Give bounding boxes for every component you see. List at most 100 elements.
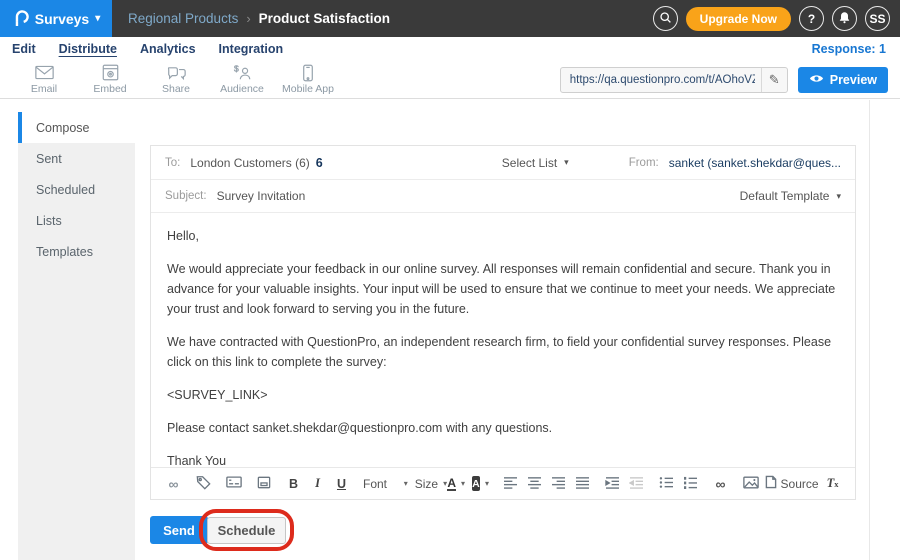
embed-icon [102,64,119,81]
size-select-label: Size [415,477,438,491]
text-color-button[interactable]: A ▾ [448,473,465,495]
schedule-button[interactable]: Schedule [207,517,286,544]
breadcrumb-separator-icon: › [246,11,250,26]
surveys-product-menu[interactable]: Surveys ▾ [0,0,112,37]
sidebar-item-lists[interactable]: Lists [18,205,135,236]
product-label: Surveys [35,11,89,27]
bullet-list-button[interactable] [658,473,675,495]
align-left-button[interactable] [502,473,519,495]
link-button[interactable]: ∞ [165,473,182,495]
survey-url-field: ✎ [560,67,788,93]
subject-label: Subject: [165,190,207,202]
subject-value[interactable]: Survey Invitation [217,189,306,203]
channel-mobile-app[interactable]: Mobile App [275,61,341,99]
numbered-list-button[interactable] [682,473,699,495]
tab-edit[interactable]: Edit [12,42,36,56]
sidebar-item-compose[interactable]: Compose [18,112,135,143]
tab-analytics[interactable]: Analytics [140,42,196,56]
share-icon [167,64,186,81]
channel-embed[interactable]: Embed [77,61,143,99]
align-right-button[interactable] [550,473,567,495]
questionpro-app: Surveys ▾ Regional Products › Product Sa… [0,0,900,560]
breadcrumb-survey-name: Product Satisfaction [259,11,390,26]
bullet-list-icon [659,476,674,492]
breadcrumb-folder[interactable]: Regional Products [128,11,238,26]
tab-integration[interactable]: Integration [219,42,284,56]
text-color-icon: A [447,477,456,491]
align-center-button[interactable] [526,473,543,495]
questionpro-logo-icon [12,8,29,30]
email-body-editor[interactable]: Hello, We would appreciate your feedback… [151,213,855,469]
from-sender[interactable]: sanket (sanket.shekdar@ques... [669,156,841,170]
search-button[interactable] [653,6,678,31]
notifications-button[interactable] [832,6,857,31]
channel-audience[interactable]: $ Audience [209,61,275,99]
bold-button[interactable]: B [285,473,302,495]
eye-icon [809,73,824,87]
response-count[interactable]: Response: 1 [812,42,886,56]
background-color-icon: A [472,476,480,491]
widget-button[interactable] [255,473,272,495]
select-list-label: Select List [502,156,557,170]
select-list-dropdown[interactable]: Select List ▾ [502,156,569,170]
channel-label: Audience [220,83,264,95]
size-select[interactable]: Size ▾ [415,473,441,495]
channel-email[interactable]: Email [11,61,77,99]
font-select[interactable]: Font ▾ [363,473,408,495]
outdent-button[interactable] [628,473,645,495]
template-label: Default Template [740,189,830,203]
survey-nav-tabs: Edit Distribute Analytics Integration Re… [0,37,900,61]
edit-url-button[interactable]: ✎ [761,68,787,92]
indent-icon [605,476,620,492]
preview-button[interactable]: Preview [798,67,888,93]
distribute-channel-toolbar: Email Embed Share $ Audience Mobile App [0,61,900,99]
channel-share[interactable]: Share [143,61,209,99]
avatar-initials: SS [869,12,885,26]
top-header: Surveys ▾ Regional Products › Product Sa… [0,0,900,37]
survey-url-input[interactable] [561,74,761,86]
pencil-icon: ✎ [769,72,780,88]
source-button[interactable]: Source [772,473,811,495]
tag-button[interactable] [195,473,212,495]
remove-format-icon: T [827,476,835,491]
align-center-icon [527,476,542,492]
schedule-highlight-annotation: Schedule [199,509,294,551]
align-right-icon [551,476,566,492]
italic-button[interactable]: I [309,473,326,495]
source-document-icon [765,475,777,492]
justify-icon [575,476,590,492]
svg-text:$: $ [234,64,239,74]
justify-button[interactable] [574,473,591,495]
template-dropdown[interactable]: Default Template ▾ [740,189,841,203]
indent-button[interactable] [604,473,621,495]
user-avatar[interactable]: SS [865,6,890,31]
sidebar-item-scheduled[interactable]: Scheduled [18,174,135,205]
help-button[interactable]: ? [799,6,824,31]
body-paragraph: We would appreciate your feedback in our… [167,259,839,319]
remove-format-button[interactable]: Tx [824,473,841,495]
image-button[interactable] [742,473,759,495]
upgrade-now-button[interactable]: Upgrade Now [686,7,791,31]
hyperlink-button[interactable]: ∞ [712,473,729,495]
to-recipient-list[interactable]: London Customers (6) [190,156,309,170]
email-sidebar: Compose Sent Scheduled Lists Templates [18,112,135,560]
source-label: Source [781,477,819,491]
card-button[interactable] [225,473,242,495]
sidebar-item-templates[interactable]: Templates [18,236,135,267]
sidebar-item-sent[interactable]: Sent [18,143,135,174]
background-color-button[interactable]: A ▾ [472,473,489,495]
body-paragraph: We have contracted with QuestionPro, an … [167,332,839,372]
chevron-down-icon: ▾ [564,157,569,168]
recipient-count: 6 [316,156,323,170]
numbered-list-icon [683,476,698,492]
compose-panel: To: London Customers (6) 6 Select List ▾… [150,145,856,500]
remove-format-sub: x [834,479,838,489]
underline-button[interactable]: U [333,473,350,495]
tag-icon [196,475,211,493]
channel-label: Share [162,83,190,95]
channel-label: Mobile App [282,83,334,95]
question-mark-icon: ? [808,12,815,26]
subject-row: Subject: Survey Invitation Default Templ… [151,180,855,213]
chevron-down-icon: ▾ [836,191,841,202]
tab-distribute[interactable]: Distribute [59,42,117,56]
